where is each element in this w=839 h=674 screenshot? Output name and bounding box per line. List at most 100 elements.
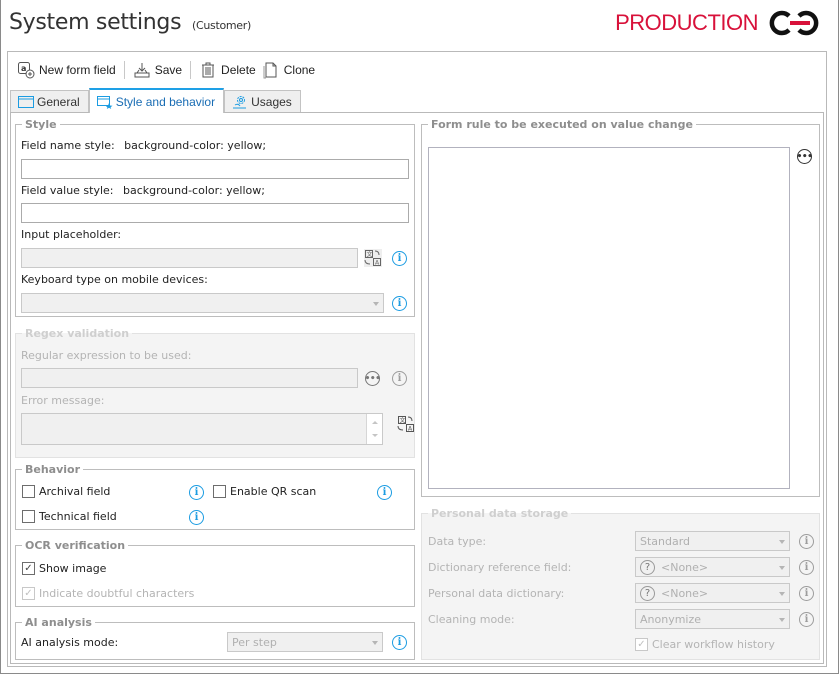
enable-qr-scan-checkbox[interactable]: Enable QR scan [213,485,316,498]
dictionary-reference-label: Dictionary reference field: [428,561,572,574]
help-icon: ? [640,559,655,575]
dictionary-reference-dropdown[interactable]: ? <None> [635,557,790,577]
info-glyph: i [804,562,809,573]
new-form-field-button[interactable]: a New form field [14,59,119,81]
info-glyph: i [194,487,199,498]
regex-info-icon[interactable]: i [392,371,407,386]
window: System settings (Customer) PRODUCTION a … [0,0,839,674]
chevron-down-icon [779,592,785,596]
save-button[interactable]: Save [130,59,185,81]
tab-general[interactable]: General [10,90,89,112]
archival-field-info-icon[interactable]: i [189,485,204,500]
chevron-down-icon [779,566,785,570]
input-placeholder-input-box[interactable] [22,249,357,267]
tab-bar: General Style and behavior Usages [10,88,301,113]
brand-logo-icon [769,10,819,36]
technical-field-label: Technical field [39,510,117,523]
chevron-down-icon [373,302,379,306]
dictionary-reference-info-icon[interactable]: i [799,560,814,575]
input-placeholder-input[interactable] [21,248,358,268]
translate-icon[interactable]: 文 A [364,249,382,267]
delete-button[interactable]: Delete [196,59,259,81]
info-glyph: i [397,253,402,264]
input-placeholder-label: Input placeholder: [21,228,122,241]
regex-validation-legend: Regex validation [25,327,130,340]
checkbox-box[interactable] [213,485,226,498]
trash-icon [202,62,215,78]
help-glyph: ? [644,561,651,573]
clone-button[interactable]: Clone [259,59,318,81]
technical-field-info-icon[interactable]: i [189,510,204,525]
input-placeholder-info-icon[interactable]: i [392,251,407,266]
archival-field-checkbox[interactable]: Archival field [22,485,110,498]
enable-qr-scan-info-icon[interactable]: i [377,485,392,500]
info-glyph: i [194,512,199,523]
checkbox-box[interactable]: ✓ [635,638,648,651]
personal-data-storage-legend: Personal data storage [431,507,569,520]
tab-style-and-behavior[interactable]: Style and behavior [88,88,225,113]
field-name-style-label: Field name style: [21,139,115,152]
archival-field-label: Archival field [39,485,111,498]
regex-more-icon[interactable]: ••• [364,371,381,386]
field-value-style-input-box[interactable] [22,204,408,222]
svg-text:a: a [21,64,26,73]
field-value-style-preview: background-color: yellow; [123,184,265,197]
keyboard-type-label: Keyboard type on mobile devices: [21,273,208,286]
show-image-label: Show image [39,562,107,575]
info-glyph: i [804,536,809,547]
regex-input-box[interactable] [22,369,357,387]
save-label: Save [154,63,183,77]
regex-input[interactable] [21,368,358,388]
scroll-down-icon [372,434,378,437]
personal-data-dictionary-info-icon[interactable]: i [799,586,814,601]
checkbox-box[interactable] [22,485,35,498]
keyboard-type-dropdown[interactable] [21,293,384,313]
form-rule-editor[interactable] [428,147,790,489]
tab-style-and-behavior-label: Style and behavior [115,94,216,109]
error-message-input[interactable] [21,413,383,445]
ai-analysis-info-icon[interactable]: i [392,635,407,650]
tab-usages[interactable]: Usages [224,90,301,112]
page-subtitle: (Customer) [191,19,251,32]
personal-data-dictionary-dropdown[interactable]: ? <None> [635,583,790,603]
field-name-style-input-box[interactable] [22,160,408,178]
field-value-style-input[interactable] [21,203,409,223]
cleaning-mode-dropdown[interactable]: Anonymize [635,609,790,629]
ai-analysis-mode-value: Per step [232,635,277,649]
field-value-style-label: Field value style: [21,184,114,197]
error-message-translate-icon[interactable]: 文 A [397,415,415,433]
svg-text:文: 文 [367,251,373,259]
checkbox-box[interactable]: ✓ [22,587,35,600]
data-type-dropdown[interactable]: Standard [635,531,790,551]
personal-data-dictionary-value: <None> [661,586,709,600]
window-icon [18,95,34,108]
show-image-checkbox[interactable]: ✓ Show image [22,562,106,575]
cleaning-mode-info-icon[interactable]: i [799,612,814,627]
error-message-scrollbar[interactable] [366,414,382,444]
checkbox-box[interactable] [22,510,35,523]
ai-analysis-legend: AI analysis [25,616,92,629]
toolbar-separator [123,61,125,79]
field-name-style-input[interactable] [21,159,409,179]
error-message-label: Error message: [21,394,105,407]
tab-general-label: General [37,94,80,109]
clone-icon [263,62,277,79]
new-form-field-icon: a [18,62,35,79]
form-rule-more-icon[interactable]: ••• [796,149,813,164]
info-glyph: i [397,298,402,309]
keyboard-type-info-icon[interactable]: i [392,296,407,311]
technical-field-checkbox[interactable]: Technical field [22,510,117,523]
more-glyph: ••• [796,151,813,162]
clear-workflow-history-checkbox[interactable]: ✓ Clear workflow history [635,638,775,651]
more-glyph: ••• [364,373,381,384]
info-glyph: i [804,588,809,599]
indicate-doubtful-checkbox[interactable]: ✓ Indicate doubtful characters [22,587,194,600]
scroll-up-icon [372,421,378,424]
regex-label: Regular expression to be used: [21,349,192,362]
data-type-info-icon[interactable]: i [799,534,814,549]
checkbox-box[interactable]: ✓ [22,562,35,575]
data-type-label: Data type: [428,535,487,548]
info-glyph: i [382,487,387,498]
ai-analysis-mode-dropdown[interactable]: Per step [227,632,383,652]
settings-panel: a New form field Save Delete Clone Gener… [7,51,827,667]
